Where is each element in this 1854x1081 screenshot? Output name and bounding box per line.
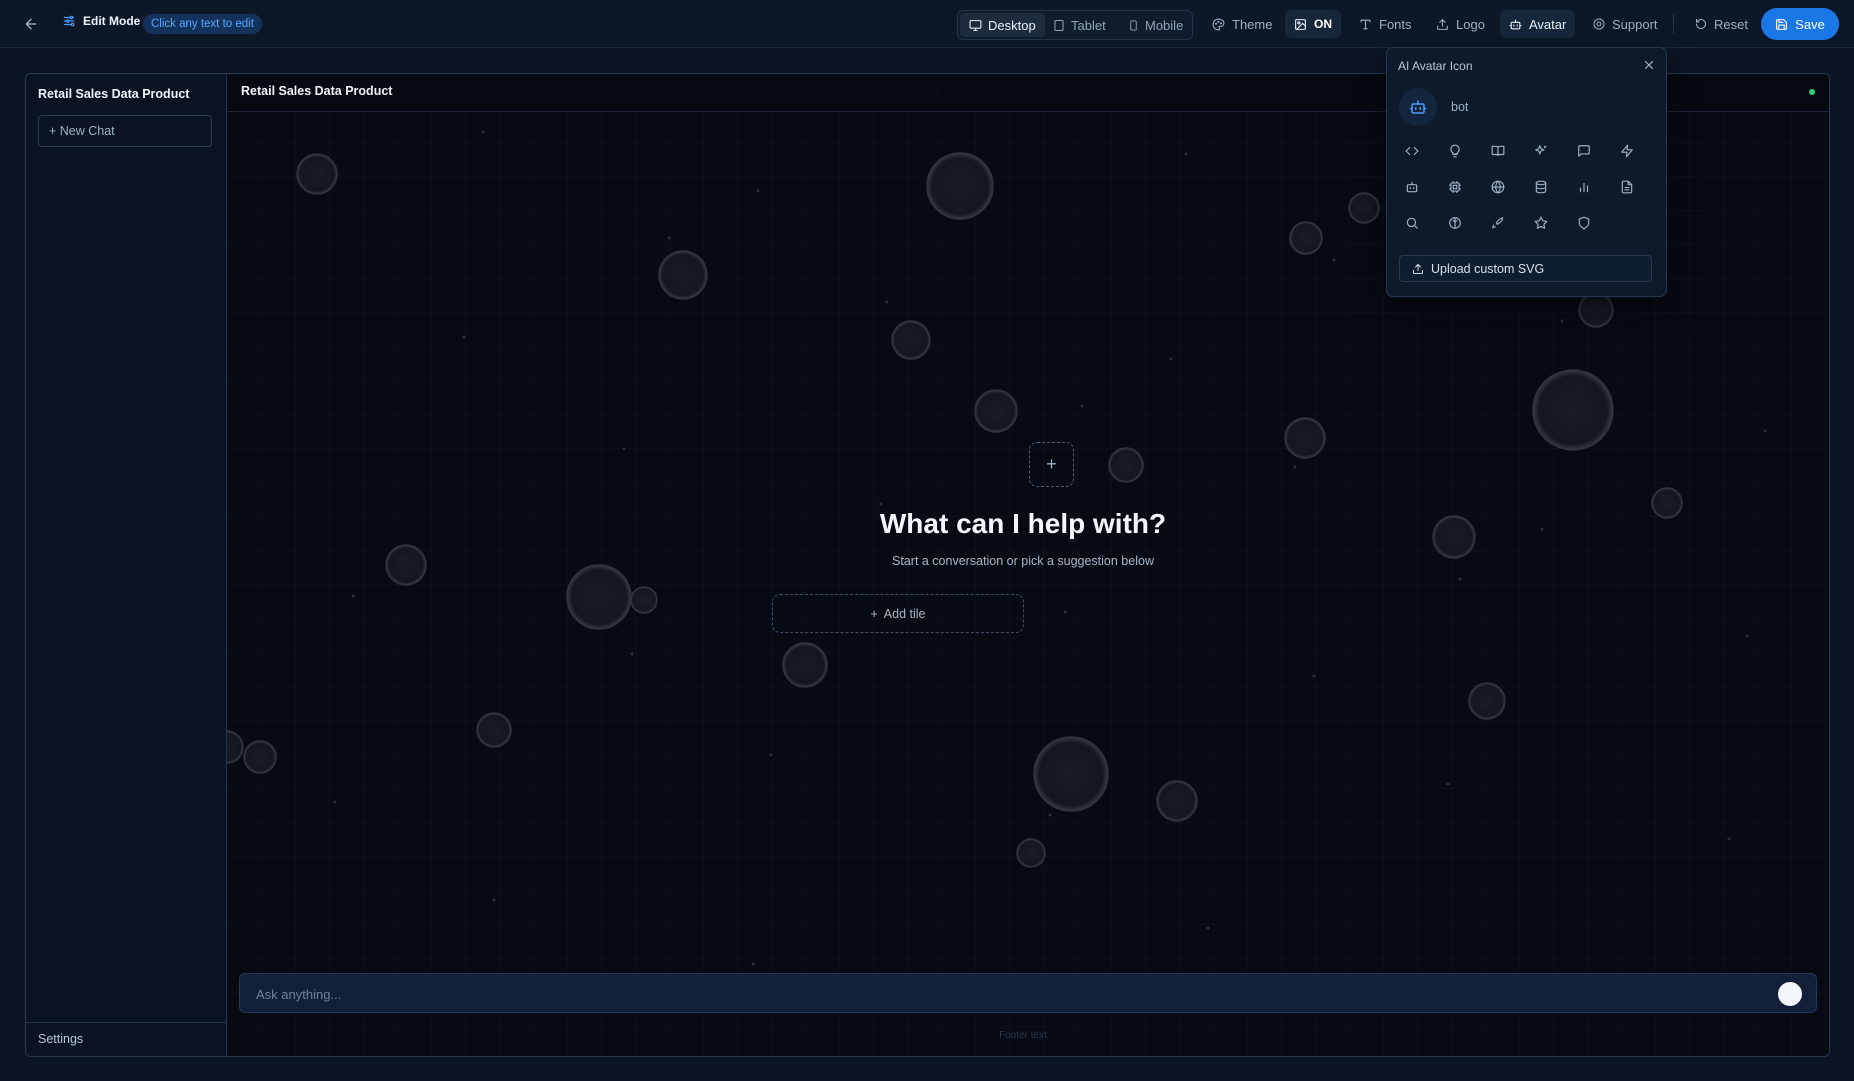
selected-avatar-name: bot bbox=[1451, 100, 1469, 114]
selected-avatar-preview bbox=[1399, 88, 1437, 126]
edit-mode-indicator: Edit Mode bbox=[62, 14, 140, 28]
message-input[interactable] bbox=[240, 974, 1778, 1014]
device-mobile-button[interactable]: Mobile bbox=[1119, 13, 1192, 37]
logo-button[interactable]: Logo bbox=[1427, 10, 1494, 38]
device-tablet-button[interactable]: Tablet bbox=[1044, 13, 1115, 37]
upload-icon bbox=[1436, 18, 1449, 31]
sparkles-icon[interactable] bbox=[1528, 138, 1554, 164]
brain-icon[interactable] bbox=[1442, 210, 1468, 236]
upload-icon bbox=[1412, 263, 1424, 275]
add-tile-label: Add tile bbox=[883, 606, 926, 621]
search-icon[interactable] bbox=[1399, 210, 1425, 236]
lightbulb-icon[interactable] bbox=[1442, 138, 1468, 164]
avatar-icon-popover: AI Avatar Icon bot Upload custom SVG bbox=[1386, 47, 1667, 297]
send-button[interactable] bbox=[1778, 982, 1802, 1006]
welcome-subline[interactable]: Start a conversation or pick a suggestio… bbox=[222, 554, 1824, 568]
save-icon bbox=[1775, 18, 1788, 31]
edit-mode-label: Edit Mode bbox=[83, 14, 141, 28]
plus-icon: + bbox=[1046, 454, 1057, 474]
rotate-ccw-icon bbox=[1695, 18, 1707, 30]
life-buoy-icon bbox=[1593, 18, 1605, 30]
type-icon bbox=[1359, 18, 1372, 31]
close-icon[interactable] bbox=[1642, 58, 1656, 72]
rocket-icon[interactable] bbox=[1485, 210, 1511, 236]
save-button[interactable]: Save bbox=[1761, 8, 1839, 40]
new-chat-button[interactable]: + New Chat bbox=[38, 115, 212, 147]
database-icon[interactable] bbox=[1528, 174, 1554, 200]
palette-icon bbox=[1212, 18, 1225, 31]
bot-icon bbox=[1409, 98, 1427, 116]
bar-chart-icon[interactable] bbox=[1571, 174, 1597, 200]
welcome-headline[interactable]: What can I help with? bbox=[222, 508, 1824, 540]
sidebar-title[interactable]: Retail Sales Data Product bbox=[38, 87, 189, 101]
theme-button[interactable]: Theme bbox=[1203, 10, 1281, 38]
device-tablet-label: Tablet bbox=[1071, 17, 1106, 33]
message-icon[interactable] bbox=[1571, 138, 1597, 164]
tablet-icon bbox=[1053, 19, 1065, 32]
background-toggle-state: ON bbox=[1314, 17, 1332, 31]
upload-custom-svg-button[interactable]: Upload custom SVG bbox=[1399, 255, 1652, 282]
support-button[interactable]: Support bbox=[1584, 10, 1667, 38]
sidebar-footer: Settings bbox=[26, 1022, 226, 1056]
image-icon bbox=[1294, 18, 1307, 31]
fonts-label: Fonts bbox=[1379, 16, 1412, 32]
avatar-label: Avatar bbox=[1529, 16, 1567, 32]
smartphone-icon bbox=[1128, 19, 1139, 32]
book-icon[interactable] bbox=[1485, 138, 1511, 164]
background-toggle-button[interactable]: ON bbox=[1285, 10, 1341, 38]
settings-link[interactable]: Settings bbox=[38, 1032, 83, 1046]
file-text-icon[interactable] bbox=[1614, 174, 1640, 200]
bot-icon bbox=[1509, 18, 1522, 31]
footer-text[interactable]: Footer text bbox=[222, 1030, 1824, 1041]
bot-icon[interactable] bbox=[1399, 174, 1425, 200]
popover-title: AI Avatar Icon bbox=[1398, 59, 1473, 73]
online-status-dot bbox=[1809, 89, 1815, 95]
device-mobile-label: Mobile bbox=[1145, 17, 1184, 33]
upload-custom-svg-label: Upload custom SVG bbox=[1431, 261, 1545, 276]
cpu-icon[interactable] bbox=[1442, 174, 1468, 200]
reset-button[interactable]: Reset bbox=[1686, 10, 1757, 38]
sliders-icon bbox=[62, 14, 76, 28]
add-logo-placeholder[interactable]: + bbox=[1029, 442, 1074, 487]
device-desktop-label: Desktop bbox=[988, 17, 1036, 33]
code-icon[interactable] bbox=[1399, 138, 1425, 164]
device-desktop-button[interactable]: Desktop bbox=[960, 13, 1045, 37]
message-composer bbox=[239, 973, 1817, 1014]
save-label: Save bbox=[1795, 16, 1825, 32]
toolbar-divider bbox=[1673, 14, 1674, 34]
add-tile-button[interactable]: + Add tile bbox=[772, 594, 1024, 633]
shield-icon[interactable] bbox=[1571, 210, 1597, 236]
sidebar: Retail Sales Data Product + New Chat Set… bbox=[26, 74, 227, 1056]
fonts-button[interactable]: Fonts bbox=[1350, 10, 1421, 38]
avatar-button[interactable]: Avatar bbox=[1500, 10, 1576, 38]
monitor-icon bbox=[969, 19, 982, 32]
theme-label: Theme bbox=[1232, 16, 1273, 32]
plus-icon: + bbox=[870, 606, 878, 621]
support-label: Support bbox=[1612, 16, 1658, 32]
globe-icon[interactable] bbox=[1485, 174, 1511, 200]
top-toolbar: Edit Mode Click any text to edit Desktop… bbox=[0, 0, 1854, 48]
star-icon[interactable] bbox=[1528, 210, 1554, 236]
chat-title[interactable]: Retail Sales Data Product bbox=[241, 84, 392, 98]
logo-label: Logo bbox=[1456, 16, 1485, 32]
back-arrow-icon[interactable] bbox=[20, 13, 42, 35]
edit-hint-badge: Click any text to edit bbox=[143, 14, 262, 34]
reset-label: Reset bbox=[1714, 16, 1748, 32]
device-switcher: Desktop Tablet Mobile bbox=[957, 10, 1193, 40]
zap-icon[interactable] bbox=[1614, 138, 1640, 164]
